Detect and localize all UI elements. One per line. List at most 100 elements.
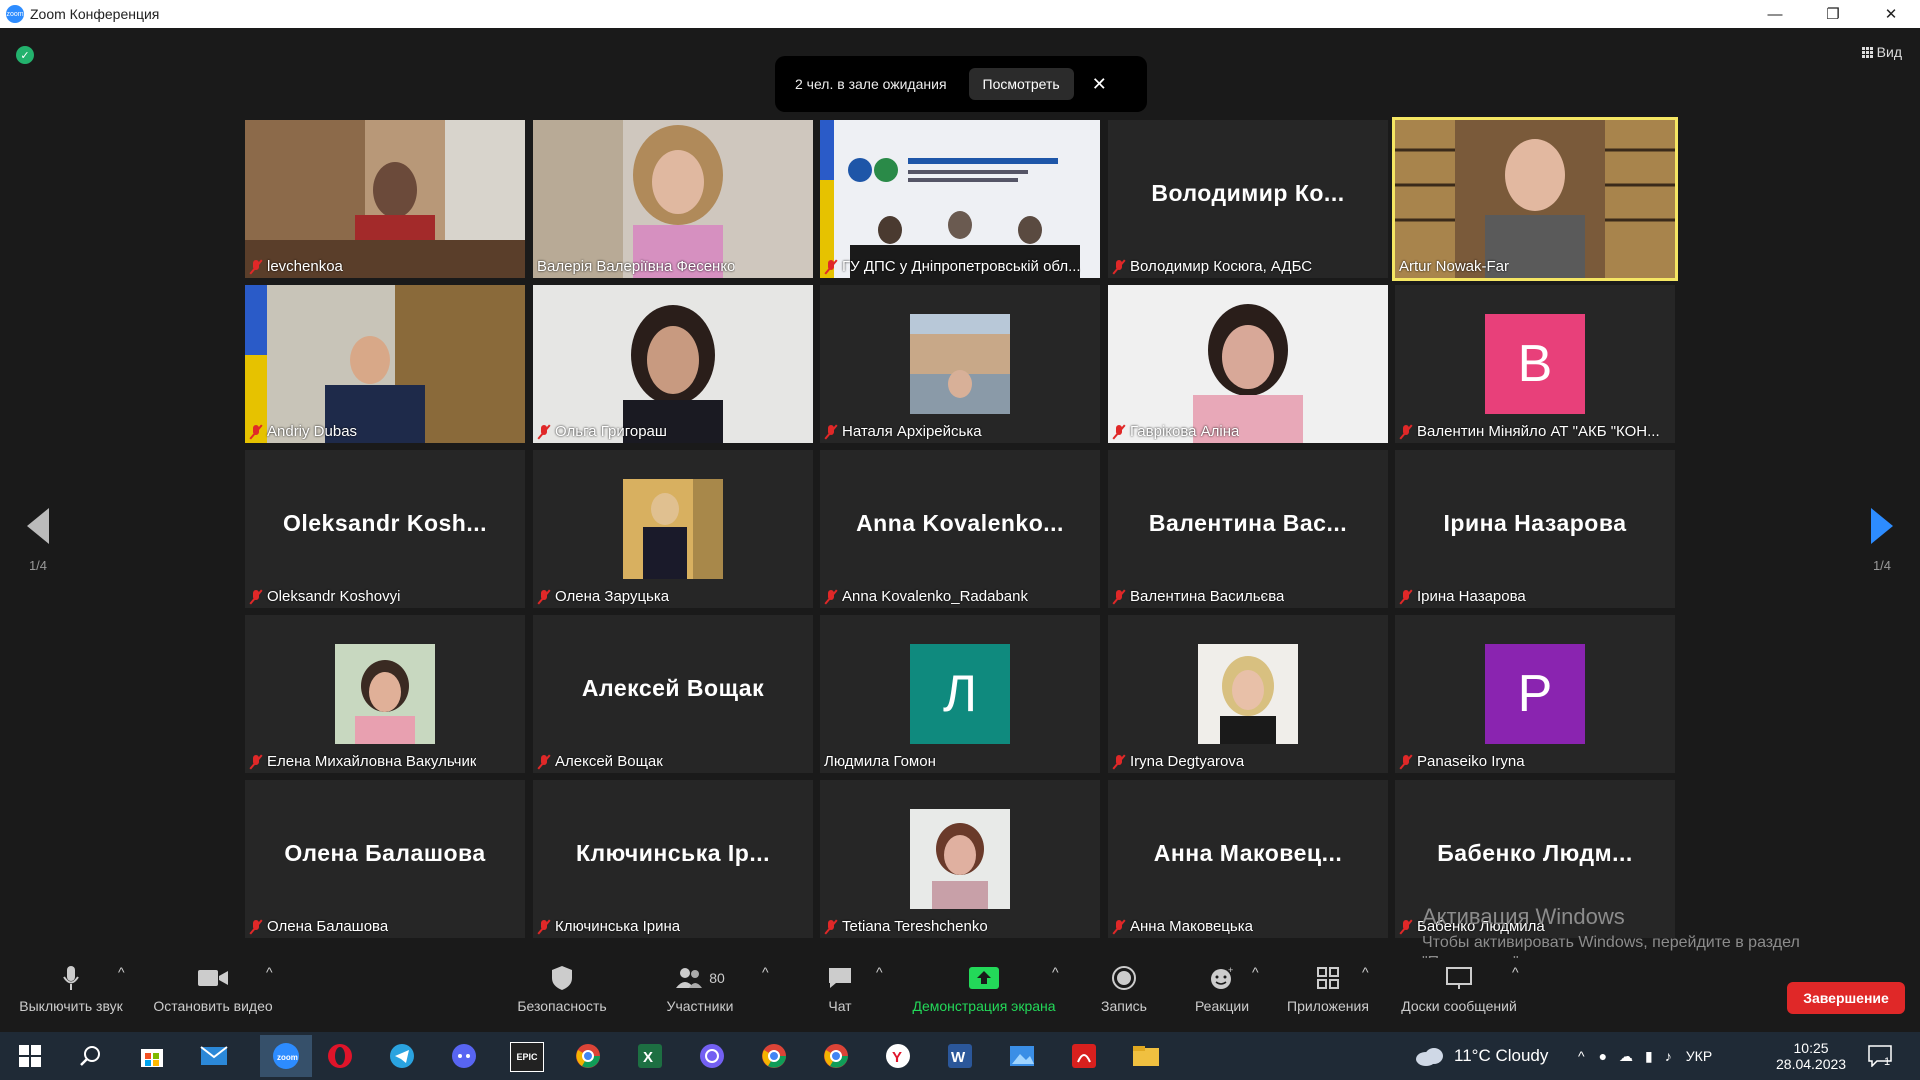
participant-tile[interactable]: Ключинська Ір... Ключинська Ірина [533, 780, 813, 938]
participant-tile[interactable]: Л Людмила Гомон [820, 615, 1100, 773]
photos-icon[interactable] [1006, 1040, 1038, 1072]
muted-mic-icon [537, 424, 551, 440]
tray-mic-icon[interactable]: ● [1599, 1048, 1607, 1064]
participant-video [533, 120, 813, 278]
arrow-left-icon [27, 508, 49, 544]
participant-tile[interactable]: Олена Балашова Олена Балашова [245, 780, 525, 938]
participant-tile[interactable]: Анна Маковец... Анна Маковецька [1108, 780, 1388, 938]
muted-mic-icon [537, 589, 551, 605]
zoom-taskbar-icon[interactable]: zoom [260, 1035, 312, 1077]
microsoft-store-icon[interactable] [136, 1040, 168, 1072]
reactions-button[interactable]: + Реакции [1190, 964, 1254, 1014]
muted-mic-icon [537, 919, 551, 935]
participant-tile[interactable]: Валентина Вас... Валентина Васильєва [1108, 450, 1388, 608]
apps-caret-icon[interactable]: ^ [1362, 964, 1369, 980]
waiting-room-view-button[interactable]: Посмотреть [968, 68, 1074, 100]
participant-tile[interactable]: Наталя Архірейська [820, 285, 1100, 443]
chat-button[interactable]: Чат [818, 964, 862, 1014]
acrobat-reader-icon[interactable] [1068, 1040, 1100, 1072]
search-icon[interactable] [74, 1040, 106, 1072]
waiting-room-text: 2 чел. в зале ожидания [795, 76, 947, 92]
tray-chevron-up-icon[interactable]: ^ [1578, 1048, 1585, 1064]
whiteboards-button[interactable]: Доски сообщений [1394, 964, 1524, 1014]
participant-tile[interactable]: Гаврікова Аліна [1108, 285, 1388, 443]
participant-tile[interactable]: Ірина Назарова Ірина Назарова [1395, 450, 1675, 608]
tray-battery-icon[interactable]: ▮ [1645, 1048, 1653, 1065]
participant-tile[interactable]: Володимир Ко... Володимир Косюга, АДБС [1108, 120, 1388, 278]
epic-games-icon[interactable]: EPIC [510, 1042, 544, 1072]
participants-caret-icon[interactable]: ^ [762, 964, 769, 980]
mute-button[interactable]: Выключить звук [12, 964, 130, 1014]
muted-mic-icon [537, 754, 551, 770]
chrome-profile-icon[interactable] [758, 1040, 790, 1072]
whiteboards-caret-icon[interactable]: ^ [1512, 964, 1519, 980]
participant-avatar-photo [335, 644, 435, 744]
share-caret-icon[interactable]: ^ [1052, 964, 1059, 980]
participant-name: Artur Nowak-Far [1399, 258, 1510, 275]
weather-widget[interactable]: 11°C Cloudy [1414, 1032, 1548, 1080]
tray-network-icon[interactable]: ☁ [1619, 1048, 1633, 1065]
windows-start-icon[interactable] [14, 1040, 46, 1072]
participant-tile[interactable]: Валерія Валеріївна Фесенко [533, 120, 813, 278]
record-button[interactable]: Запись [1096, 964, 1152, 1014]
apps-button[interactable]: Приложения [1282, 964, 1374, 1014]
close-icon[interactable]: ✕ [1862, 0, 1920, 28]
yandex-browser-icon[interactable]: Y [882, 1040, 914, 1072]
mail-icon[interactable] [198, 1040, 230, 1072]
security-button[interactable]: Безопасность [512, 964, 612, 1014]
participant-name: Елена Михайловна Вакульчик [267, 753, 477, 770]
opera-icon[interactable] [324, 1040, 356, 1072]
active-speaker-tile[interactable]: Artur Nowak-Far [1392, 117, 1678, 281]
notification-count: 1 [1884, 1056, 1891, 1068]
stop-video-button[interactable]: Остановить видео [148, 964, 278, 1014]
participant-tile[interactable]: В Валентин Міняйло АТ "АКБ "КОН... [1395, 285, 1675, 443]
view-button[interactable]: Вид [1861, 44, 1902, 60]
close-banner-icon[interactable]: ✕ [1092, 74, 1107, 95]
muted-mic-icon [1112, 589, 1126, 605]
restore-icon[interactable]: ❐ [1804, 0, 1862, 28]
minimize-icon[interactable]: — [1746, 0, 1804, 28]
reactions-caret-icon[interactable]: ^ [1252, 964, 1259, 980]
excel-icon[interactable]: X [634, 1040, 666, 1072]
file-explorer-icon[interactable] [1130, 1040, 1162, 1072]
end-meeting-button[interactable]: Завершение [1787, 982, 1905, 1014]
input-language[interactable]: УКР [1686, 1048, 1712, 1064]
participant-video [820, 120, 1100, 278]
video-options-caret-icon[interactable]: ^ [266, 964, 273, 980]
chat-caret-icon[interactable]: ^ [876, 964, 883, 980]
tray-volume-icon[interactable]: ♪ [1665, 1048, 1672, 1064]
participant-tile[interactable]: levchenkoa [245, 120, 525, 278]
telegram-icon[interactable] [386, 1040, 418, 1072]
chrome-icon[interactable] [572, 1040, 604, 1072]
word-icon[interactable]: W [944, 1040, 976, 1072]
participant-name: Валентин Міняйло АТ "АКБ "КОН... [1417, 423, 1660, 440]
participant-tile[interactable]: Oleksandr Kosh... Oleksandr Koshovyi [245, 450, 525, 608]
chrome-profile-2-icon[interactable] [820, 1040, 852, 1072]
participants-button[interactable]: 80 Участники [660, 964, 740, 1014]
participant-video [245, 285, 525, 443]
security-label: Безопасность [517, 998, 607, 1014]
encryption-shield-icon[interactable]: ✓ [16, 46, 34, 64]
whiteboards-label: Доски сообщений [1401, 998, 1517, 1014]
next-page-button[interactable]: 1/4 [1862, 508, 1902, 573]
participant-name: Олена Заруцька [555, 588, 670, 605]
participant-tile[interactable]: Anna Kovalenko... Anna Kovalenko_Radaban… [820, 450, 1100, 608]
participant-tile[interactable]: Andriy Dubas [245, 285, 525, 443]
participant-tile[interactable]: Tetiana Tereshchenko [820, 780, 1100, 938]
participant-tile[interactable]: Олена Заруцька [533, 450, 813, 608]
participant-name: Panaseiko Iryna [1417, 753, 1525, 770]
notifications-button[interactable]: 1 [1868, 1032, 1892, 1080]
discord-icon[interactable] [448, 1040, 480, 1072]
participant-tile[interactable]: Ольга Григораш [533, 285, 813, 443]
participant-tile[interactable]: Iryna Degtyarova [1108, 615, 1388, 773]
participant-tile[interactable]: Елена Михайловна Вакульчик [245, 615, 525, 773]
audio-options-caret-icon[interactable]: ^ [118, 964, 125, 980]
previous-page-button[interactable]: 1/4 [18, 508, 58, 573]
viber-icon[interactable] [696, 1040, 728, 1072]
participant-tile[interactable]: Алексей Вощак Алексей Вощак [533, 615, 813, 773]
share-screen-button[interactable]: Демонстрация экрана [904, 964, 1064, 1014]
muted-mic-icon [824, 424, 838, 440]
participant-tile[interactable]: P Panaseiko Iryna [1395, 615, 1675, 773]
clock[interactable]: 10:25 28.04.2023 [1776, 1032, 1846, 1080]
participant-tile[interactable]: ГУ ДПС у Дніпропетровській обл... [820, 120, 1100, 278]
